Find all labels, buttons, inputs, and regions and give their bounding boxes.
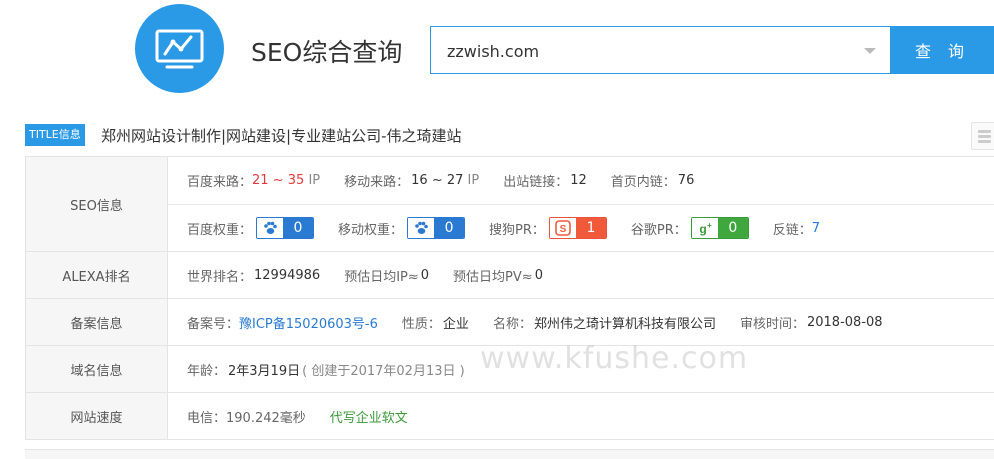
outbound-links: 出站链接： 12 [503, 172, 587, 190]
icp-audit-time: 审核时间： 2018-08-08 [739, 314, 883, 332]
svg-text:g: g [699, 222, 706, 236]
home-inner-links: 首页内链： 76 [610, 172, 695, 190]
baidu-traffic: 百度来路： 21 ~ 35 IP [187, 172, 321, 190]
sogou-icon: S [549, 218, 576, 238]
chevron-down-icon[interactable] [864, 48, 876, 54]
ad-link[interactable]: 代写企业软文 [330, 407, 408, 426]
sogou-pr-badge[interactable]: S 1 [548, 217, 607, 239]
title-info-row: TITLE信息 郑州网站设计制作|网站建设|专业建站公司-伟之琦建站 [25, 122, 994, 150]
site-logo[interactable] [135, 4, 224, 93]
icp-nature: 性质： 企业 [401, 316, 469, 332]
info-table: SEO信息 百度来路： 21 ~ 35 IP 移动来路： 16 ~ 27 IP … [25, 156, 994, 440]
mobile-traffic: 移动来路： 16 ~ 27 IP [344, 172, 480, 190]
paw-icon [408, 218, 435, 238]
backlinks-link[interactable]: 7 [812, 221, 820, 236]
icp-number-link[interactable]: 豫ICP备15020603号-6 [239, 313, 378, 332]
backlinks[interactable]: 反链： 7 [773, 219, 820, 238]
telecom-speed: 电信： 190.242毫秒 [187, 410, 306, 426]
domain-line: 年龄： 2年3月19日 ( 创建于2017年02月13日 ) [187, 346, 465, 392]
layers-icon[interactable] [971, 122, 994, 150]
seo-label: SEO信息 [26, 157, 168, 251]
svg-text:+: + [707, 221, 712, 230]
icp-name: 名称： 郑州伟之琦计算机科技有限公司 [492, 316, 716, 332]
site-title: SEO综合查询 [251, 38, 403, 67]
seo-line-weights: 百度权重： 0 移动权重： 0 搜狗PR： S 1 谷歌PR： g + 0 反链… [168, 204, 994, 251]
domain-created: ( 创建于2017年02月13日 ) [302, 363, 465, 379]
sogou-pr[interactable]: 搜狗PR： S 1 [489, 217, 607, 239]
seo-row: SEO信息 百度来路： 21 ~ 35 IP 移动来路： 16 ~ 27 IP … [26, 157, 994, 252]
google-pr-badge[interactable]: g + 0 [690, 217, 749, 239]
monitor-chart-icon [155, 29, 204, 69]
mobile-weight[interactable]: 移动权重： 0 [338, 217, 466, 239]
alexa-row: ALEXA排名 世界排名： 12994986 预估日均IP≈ 0 预估日均PV≈… [26, 252, 994, 299]
icp-row: 备案信息 备案号： 豫ICP备15020603号-6 性质： 企业 名称： 郑州… [26, 299, 994, 346]
icp-number[interactable]: 备案号： 豫ICP备15020603号-6 [187, 313, 378, 332]
domain-age: 2年3月19日 [228, 363, 301, 379]
baidu-traffic-sep: ~ [272, 172, 284, 188]
speed-label: 网站速度 [26, 393, 168, 439]
baidu-traffic-min: 21 [252, 172, 269, 188]
google-pr[interactable]: 谷歌PR： g + 0 [631, 217, 749, 239]
paw-icon [257, 218, 284, 238]
page-title-text: 郑州网站设计制作|网站建设|专业建站公司-伟之琦建站 [101, 127, 462, 145]
mobile-weight-badge[interactable]: 0 [407, 217, 466, 239]
search-input[interactable] [445, 27, 849, 75]
baidu-weight-badge[interactable]: 0 [256, 217, 315, 239]
domain-label: 域名信息 [26, 346, 168, 392]
title-badge: TITLE信息 [25, 124, 85, 146]
svg-text:S: S [560, 224, 567, 235]
baidu-traffic-unit: IP [308, 172, 321, 188]
search-box[interactable] [430, 26, 891, 75]
query-button[interactable]: 查 询 [891, 26, 994, 74]
seo-line-traffic: 百度来路： 21 ~ 35 IP 移动来路： 16 ~ 27 IP 出站链接： … [187, 157, 718, 203]
daily-ip: 预估日均IP≈ 0 [344, 267, 430, 285]
alexa-label: ALEXA排名 [26, 252, 168, 298]
speed-line: 电信： 190.242毫秒 代写企业软文 [187, 393, 408, 439]
world-rank: 世界排名： 12994986 [187, 267, 321, 285]
daily-pv: 预估日均PV≈ 0 [453, 267, 543, 285]
google-plus-icon: g + [691, 218, 718, 238]
icp-label: 备案信息 [26, 299, 168, 345]
speed-row: 网站速度 电信： 190.242毫秒 代写企业软文 [26, 393, 994, 440]
alexa-line: 世界排名： 12994986 预估日均IP≈ 0 预估日均PV≈ 0 [187, 252, 567, 298]
icp-line: 备案号： 豫ICP备15020603号-6 性质： 企业 名称： 郑州伟之琦计算… [187, 299, 907, 345]
baidu-traffic-max: 35 [287, 172, 305, 188]
baidu-weight[interactable]: 百度权重： 0 [187, 217, 315, 239]
watermark: www.kfushe.com [480, 341, 749, 376]
